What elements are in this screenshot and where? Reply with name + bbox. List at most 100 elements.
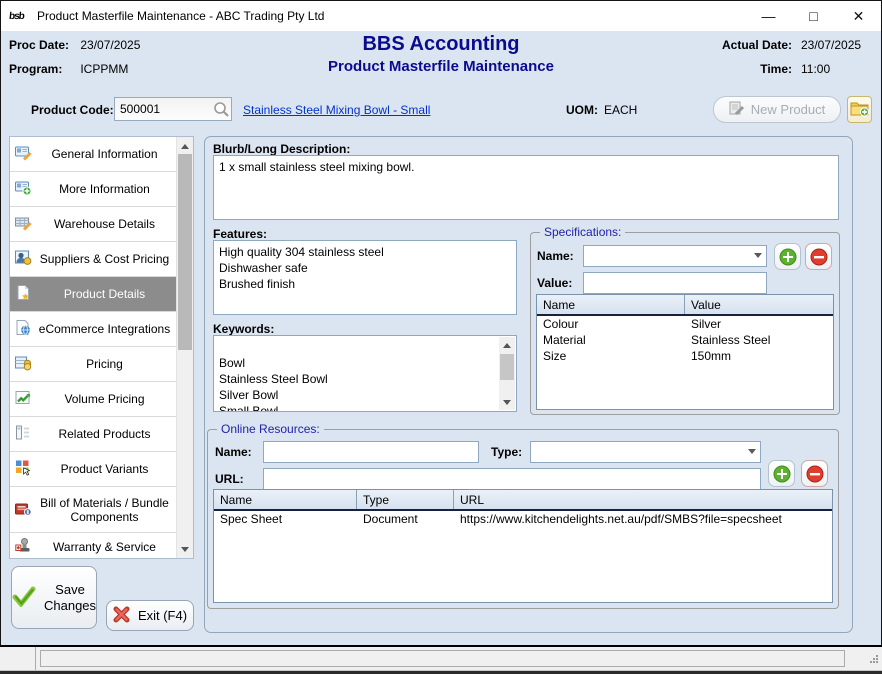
spec-name-combobox[interactable]: [583, 245, 767, 267]
new-product-button[interactable]: New Product: [713, 96, 841, 123]
resource-name-input[interactable]: [263, 441, 479, 463]
spec-add-button[interactable]: [774, 243, 801, 270]
specifications-table-header[interactable]: Name Value: [537, 295, 833, 316]
uom-value: EACH: [604, 103, 637, 117]
online-resources-title: Online Resources:: [217, 422, 324, 436]
sidebar-item-warehouse-details[interactable]: Warehouse Details: [10, 207, 177, 242]
features-textarea[interactable]: High quality 304 stainless steel Dishwas…: [213, 240, 517, 315]
spec-value-input[interactable]: [583, 272, 767, 294]
spec-cell-name: Size: [537, 348, 685, 364]
resource-cell-name: Spec Sheet: [214, 511, 357, 527]
sidebar-item-product-details[interactable]: Product Details: [10, 277, 177, 312]
spec-cell-value: Silver: [685, 316, 833, 332]
remove-icon: [810, 248, 828, 266]
scroll-up-icon[interactable]: [499, 337, 515, 353]
resource-add-button[interactable]: [768, 460, 795, 487]
close-button[interactable]: ✕: [836, 1, 881, 31]
scroll-down-icon[interactable]: [499, 394, 515, 410]
resource-url-input[interactable]: [263, 468, 761, 490]
specifications-table: Name Value Colour Silver Material Stainl…: [536, 294, 834, 410]
keywords-listbox[interactable]: Bowl Stainless Steel Bowl Silver Bowl Sm…: [213, 335, 517, 412]
bill-of-materials-icon: [15, 500, 32, 519]
uom-label: UOM:: [566, 103, 598, 117]
minimize-button[interactable]: —: [746, 1, 791, 31]
save-changes-button[interactable]: Save Changes: [11, 566, 97, 629]
status-strip-panel: [40, 650, 845, 667]
sidebar-item-warranty-service[interactable]: Warranty & Service: [10, 533, 177, 559]
resource-col-type[interactable]: Type: [357, 490, 454, 509]
volume-pricing-icon: [15, 390, 31, 409]
product-details-panel: Blurb/Long Description: 1 x small stainl…: [204, 136, 853, 633]
sidebar-item-volume-pricing[interactable]: Volume Pricing: [10, 382, 177, 417]
table-row[interactable]: Size 150mm: [537, 348, 833, 364]
resource-type-combobox[interactable]: [530, 441, 761, 463]
resource-delete-button[interactable]: [801, 460, 828, 487]
add-icon: [773, 465, 791, 483]
sidebar-item-label: Related Products: [58, 427, 150, 441]
spec-value-label: Value:: [537, 276, 572, 290]
maximize-button[interactable]: □: [791, 1, 836, 31]
online-resources-table-header[interactable]: Name Type URL: [214, 490, 832, 511]
spec-cell-value: Stainless Steel: [685, 332, 833, 348]
blurb-textarea[interactable]: 1 x small stainless steel mixing bowl.: [213, 155, 839, 220]
pricing-icon: [15, 355, 32, 374]
resource-col-name[interactable]: Name: [214, 490, 357, 509]
related-products-icon: [15, 425, 31, 444]
sidebar-item-ecommerce-integrations[interactable]: eCommerce Integrations: [10, 312, 177, 347]
sidebar-item-related-products[interactable]: Related Products: [10, 417, 177, 452]
add-icon: [779, 248, 797, 266]
product-description-link[interactable]: Stainless Steel Mixing Bowl - Small: [243, 103, 430, 117]
spec-col-name[interactable]: Name: [537, 295, 685, 314]
ecommerce-integrations-icon: [15, 320, 31, 339]
sidebar-scrollbar-thumb[interactable]: [178, 154, 192, 350]
sidebar-scrollbar[interactable]: [176, 137, 193, 558]
search-icon[interactable]: [213, 101, 230, 121]
spec-delete-button[interactable]: [805, 243, 832, 270]
suppliers-cost-pricing-icon: [15, 250, 32, 269]
keywords-scrollbar-thumb[interactable]: [500, 354, 514, 380]
folder-add-icon: [850, 100, 869, 120]
sidebar-item-label: eCommerce Integrations: [39, 322, 170, 336]
scroll-down-icon[interactable]: [177, 541, 193, 557]
table-row[interactable]: Spec Sheet Document https://www.kitchend…: [214, 511, 832, 527]
specifications-title: Specifications:: [540, 225, 625, 239]
app-logo-icon: bsb: [9, 12, 30, 21]
resource-col-url[interactable]: URL: [454, 490, 832, 509]
save-changes-label: Save Changes: [44, 582, 96, 614]
sidebar-item-label: Warehouse Details: [54, 217, 155, 231]
sidebar-item-more-information[interactable]: More Information: [10, 172, 177, 207]
sidebar-item-label: More Information: [59, 182, 150, 196]
table-row[interactable]: Material Stainless Steel: [537, 332, 833, 348]
spec-cell-value: 150mm: [685, 348, 833, 364]
scroll-up-icon[interactable]: [177, 138, 193, 154]
sidebar-item-label: General Information: [51, 147, 157, 161]
sidebar-item-suppliers-cost-pricing[interactable]: Suppliers & Cost Pricing: [10, 242, 177, 277]
sidebar-item-general-information[interactable]: General Information: [10, 137, 177, 172]
chevron-down-icon: [748, 449, 756, 454]
time-value: 11:00: [792, 62, 875, 76]
online-resources-table: Name Type URL Spec Sheet Document https:…: [213, 489, 833, 603]
table-row[interactable]: Colour Silver: [537, 316, 833, 332]
sidebar-item-bill-of-materials[interactable]: Bill of Materials / Bundle Components: [10, 487, 177, 533]
header-right: Actual Date: 23/07/2025 Time: 11:00: [708, 38, 875, 86]
sidebar-item-label: Pricing: [86, 357, 123, 371]
remove-icon: [806, 465, 824, 483]
more-information-icon: [15, 180, 32, 199]
resource-name-label: Name:: [215, 445, 252, 459]
sidebar-item-pricing[interactable]: Pricing: [10, 347, 177, 382]
resize-grip-icon[interactable]: [869, 653, 879, 667]
spec-col-value[interactable]: Value: [685, 295, 833, 314]
open-product-folder-button[interactable]: [847, 96, 872, 123]
sidebar-nav: General Information More Information War…: [9, 136, 194, 559]
actual-date-label: Actual Date:: [708, 38, 792, 52]
window-title: Product Masterfile Maintenance - ABC Tra…: [37, 9, 324, 23]
app-window: bsb Product Masterfile Maintenance - ABC…: [0, 0, 882, 647]
new-product-label: New Product: [751, 102, 825, 117]
sidebar-item-product-variants[interactable]: Product Variants: [10, 452, 177, 487]
keywords-scrollbar[interactable]: [499, 337, 515, 410]
time-label: Time:: [708, 62, 792, 76]
sidebar-item-label: Product Variants: [61, 462, 149, 476]
sidebar-item-label: Bill of Materials / Bundle Components: [36, 496, 173, 524]
sidebar-item-label: Product Details: [64, 287, 145, 301]
exit-button[interactable]: Exit (F4): [106, 600, 194, 631]
